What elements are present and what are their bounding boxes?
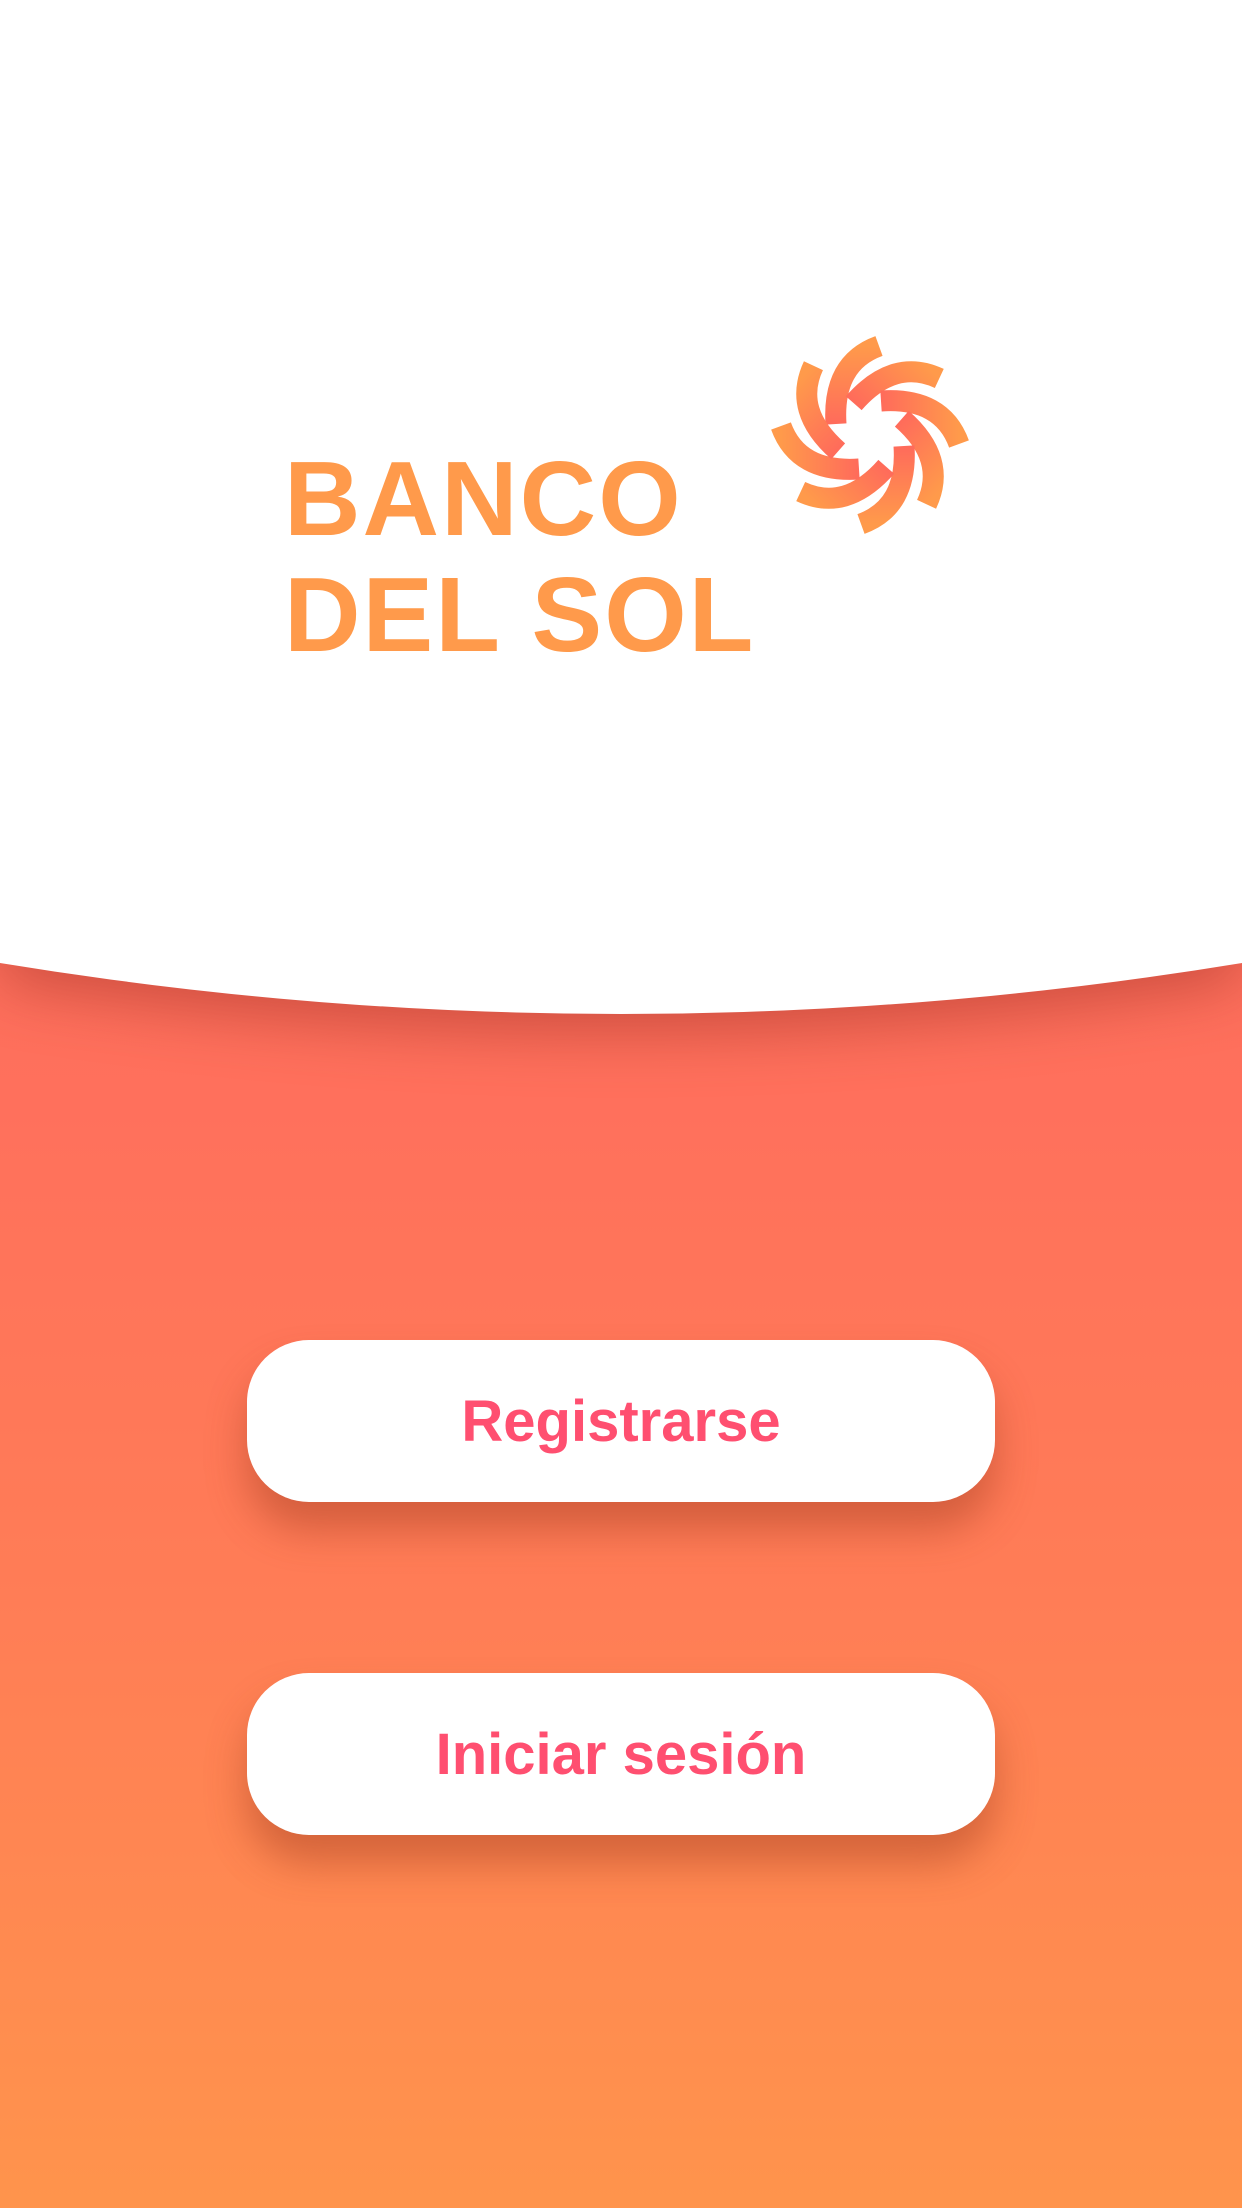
register-button[interactable]: Registrarse (247, 1340, 995, 1502)
login-button[interactable]: Iniciar sesión (247, 1673, 995, 1835)
sun-icon (771, 336, 969, 534)
logo-text-line2: DEL SOL (284, 556, 756, 674)
logo-text-line1: BANCO (284, 440, 683, 558)
